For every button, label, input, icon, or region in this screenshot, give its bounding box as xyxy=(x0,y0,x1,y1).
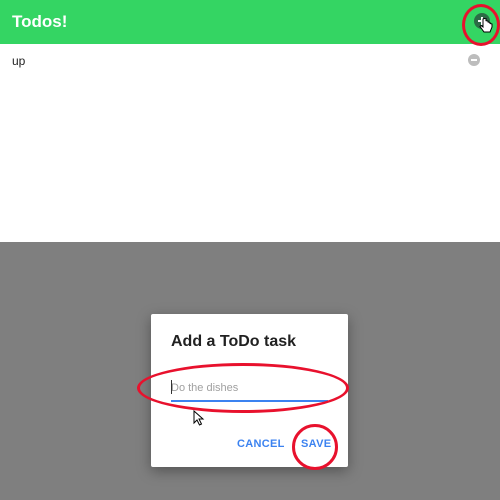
minus-icon xyxy=(471,59,477,61)
todo-text: up xyxy=(12,54,26,68)
app-bar: Todos! xyxy=(0,0,500,44)
cancel-button[interactable]: CANCEL xyxy=(237,438,285,450)
arrow-cursor-icon xyxy=(193,410,205,426)
dialog-title: Add a ToDo task xyxy=(171,333,297,350)
list-item[interactable]: up xyxy=(0,50,500,72)
highlight-circle-add-button xyxy=(462,4,500,46)
app-title: Todos! xyxy=(12,12,68,31)
remove-todo-button[interactable] xyxy=(468,54,480,66)
highlight-circle-task-input xyxy=(137,363,349,413)
todo-list: up xyxy=(0,44,500,242)
highlight-circle-save-button xyxy=(292,424,338,470)
